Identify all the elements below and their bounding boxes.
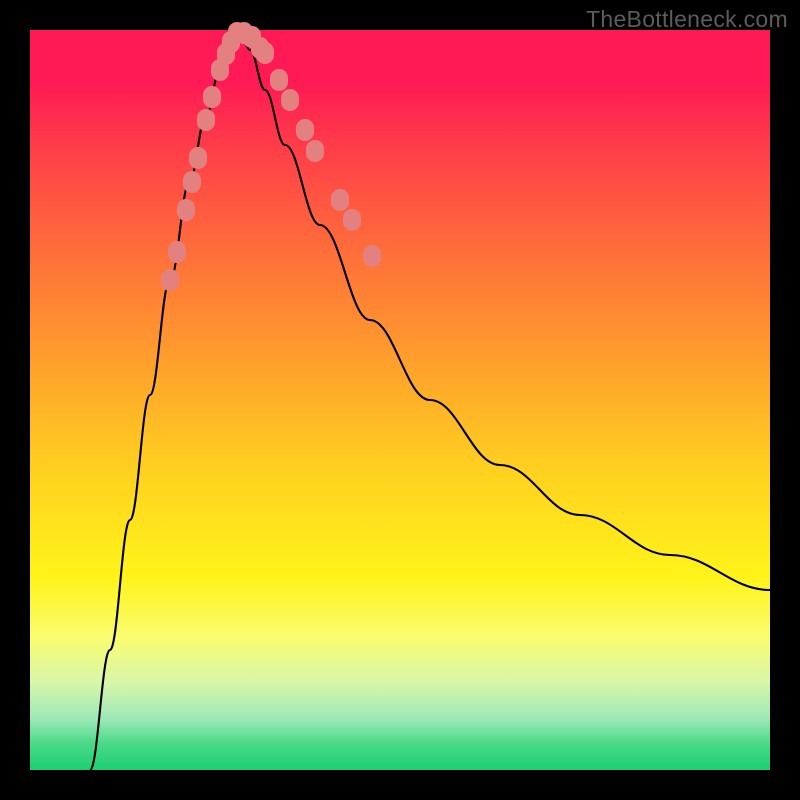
data-marker (168, 241, 186, 263)
chart-svg (30, 30, 770, 770)
data-marker (281, 89, 299, 111)
data-marker (331, 189, 349, 211)
chart-frame (30, 30, 770, 770)
data-marker (343, 209, 361, 231)
curve-left (90, 30, 240, 770)
data-markers (161, 22, 381, 291)
data-marker (306, 140, 324, 162)
data-marker (197, 109, 215, 131)
data-marker (161, 269, 179, 291)
data-marker (183, 171, 201, 193)
watermark-text: TheBottleneck.com (586, 6, 788, 33)
data-marker (363, 245, 381, 267)
data-marker (270, 69, 288, 91)
data-marker (177, 199, 195, 221)
data-marker (256, 42, 274, 64)
data-marker (189, 147, 207, 169)
data-marker (203, 86, 221, 108)
data-marker (296, 119, 314, 141)
curve-right (240, 30, 770, 590)
